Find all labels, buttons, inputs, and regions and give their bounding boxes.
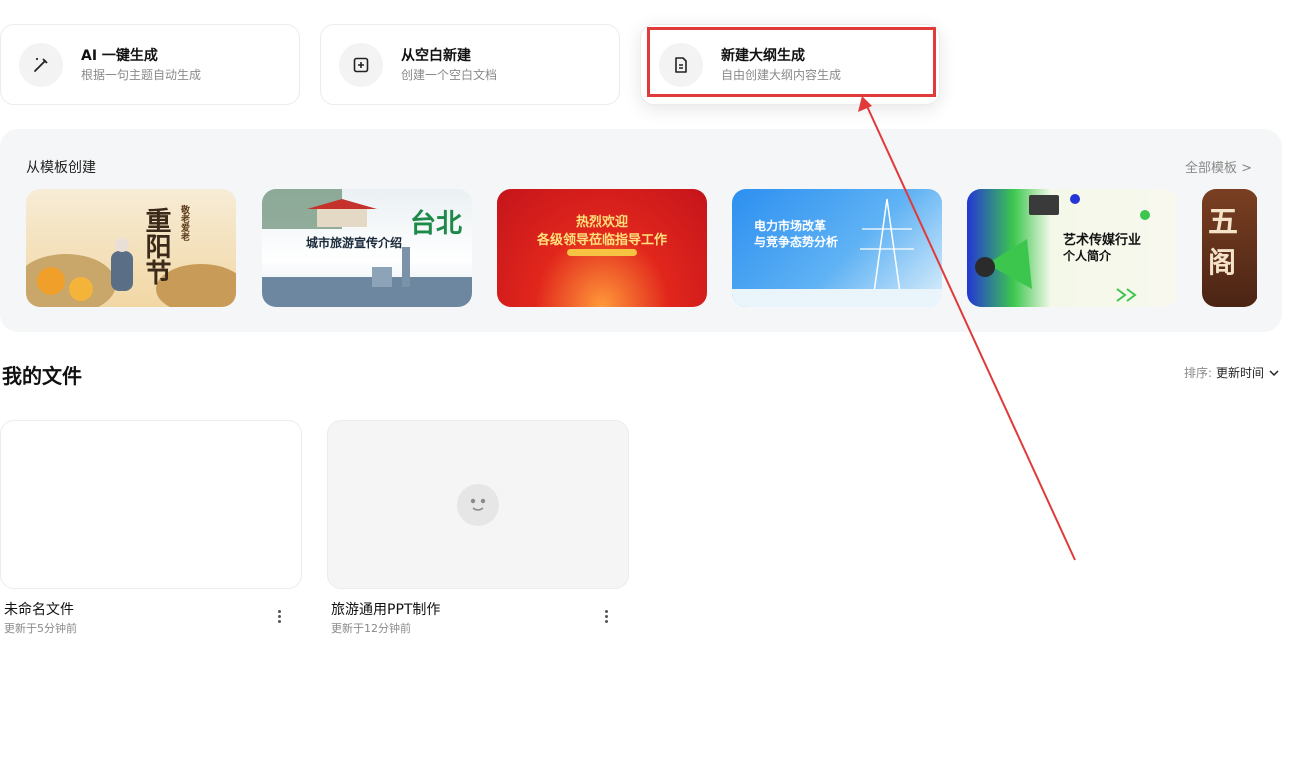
template-badge <box>567 249 637 256</box>
template-subcaption: 敬老爱老 <box>179 205 189 241</box>
template-subcaption: 各级领导莅临指导工作 <box>536 233 667 248</box>
template-subcaption: 台北 <box>410 209 463 239</box>
template-card[interactable]: 城市旅游宣传介绍 台北 <box>262 189 472 307</box>
template-subcaption: 阁 <box>1208 246 1237 279</box>
blank-new-card[interactable]: 从空白新建 创建一个空白文档 <box>320 24 620 105</box>
loading-face-icon <box>457 483 499 526</box>
outline-new-card[interactable]: 新建大纲生成 自由创建大纲内容生成 <box>640 24 940 105</box>
template-card[interactable]: 五 阁 <box>1202 189 1257 307</box>
ai-generate-title: AI 一键生成 <box>81 47 158 64</box>
template-caption: 五 <box>1208 205 1238 240</box>
template-card[interactable]: 电力市场改革 与竞争态势分析 <box>732 189 942 307</box>
blank-new-desc: 创建一个空白文档 <box>401 67 498 82</box>
template-caption: 热烈欢迎 <box>575 215 628 230</box>
ai-generate-desc: 根据一句主题自动生成 <box>81 67 202 82</box>
template-caption: 艺术传媒行业 <box>1063 233 1142 248</box>
magic-wand-icon <box>19 42 63 87</box>
template-card[interactable]: 艺术传媒行业 个人简介 <box>967 189 1177 307</box>
file-updated: 更新于12分钟前 <box>331 622 411 635</box>
create-options: AI 一键生成 根据一句主题自动生成 从空白新建 创建一个空白文档 新建大纲生成… <box>0 24 940 105</box>
more-options-icon[interactable] <box>601 608 611 630</box>
add-square-icon <box>339 42 383 87</box>
template-carousel: 重阳节 敬老爱老 城市旅游宣传介绍 台北 热烈欢迎 各级领导莅临指导工作 电力市… <box>26 189 1257 307</box>
sort-label: 排序: <box>1183 366 1212 380</box>
template-art <box>26 238 236 307</box>
file-name[interactable]: 旅游通用PPT制作 <box>331 601 629 619</box>
ai-generate-card[interactable]: AI 一键生成 根据一句主题自动生成 <box>0 24 300 105</box>
template-caption: 电力市场改革 <box>754 219 827 233</box>
template-subcaption: 个人简介 <box>1063 249 1112 263</box>
sort-dropdown[interactable]: 排序: 更新时间 <box>1184 364 1280 381</box>
template-caption: 重阳节 <box>141 207 171 285</box>
all-templates-link[interactable]: 全部模板 > <box>1185 157 1252 176</box>
template-caption: 城市旅游宣传介绍 <box>306 236 403 250</box>
outline-new-desc: 自由创建大纲内容生成 <box>721 67 842 82</box>
outline-new-title: 新建大纲生成 <box>721 47 805 64</box>
blank-new-title: 从空白新建 <box>401 47 471 64</box>
template-panel: 从模板创建 全部模板 > 重阳节 敬老爱老 城市旅游宣传介绍 台北 热烈欢迎 各… <box>0 129 1282 332</box>
template-section-title: 从模板创建 <box>26 160 96 176</box>
file-item: 未命名文件 更新于5分钟前 <box>0 420 302 636</box>
sort-value: 更新时间 <box>1215 366 1264 380</box>
file-item: 旅游通用PPT制作 更新于12分钟前 <box>327 420 629 636</box>
file-name[interactable]: 未命名文件 <box>4 601 302 619</box>
file-thumbnail[interactable] <box>327 420 629 589</box>
document-icon <box>659 42 703 87</box>
template-subcaption: 与竞争态势分析 <box>754 235 839 249</box>
chevron-down-icon <box>1269 369 1279 376</box>
file-updated: 更新于5分钟前 <box>4 622 77 635</box>
template-card[interactable]: 重阳节 敬老爱老 <box>26 189 236 307</box>
my-files-title: 我的文件 <box>2 364 82 388</box>
annotation-arrow <box>858 96 1076 561</box>
more-options-icon[interactable] <box>274 608 284 630</box>
file-thumbnail[interactable] <box>0 420 302 589</box>
template-card[interactable]: 热烈欢迎 各级领导莅临指导工作 <box>497 189 707 307</box>
